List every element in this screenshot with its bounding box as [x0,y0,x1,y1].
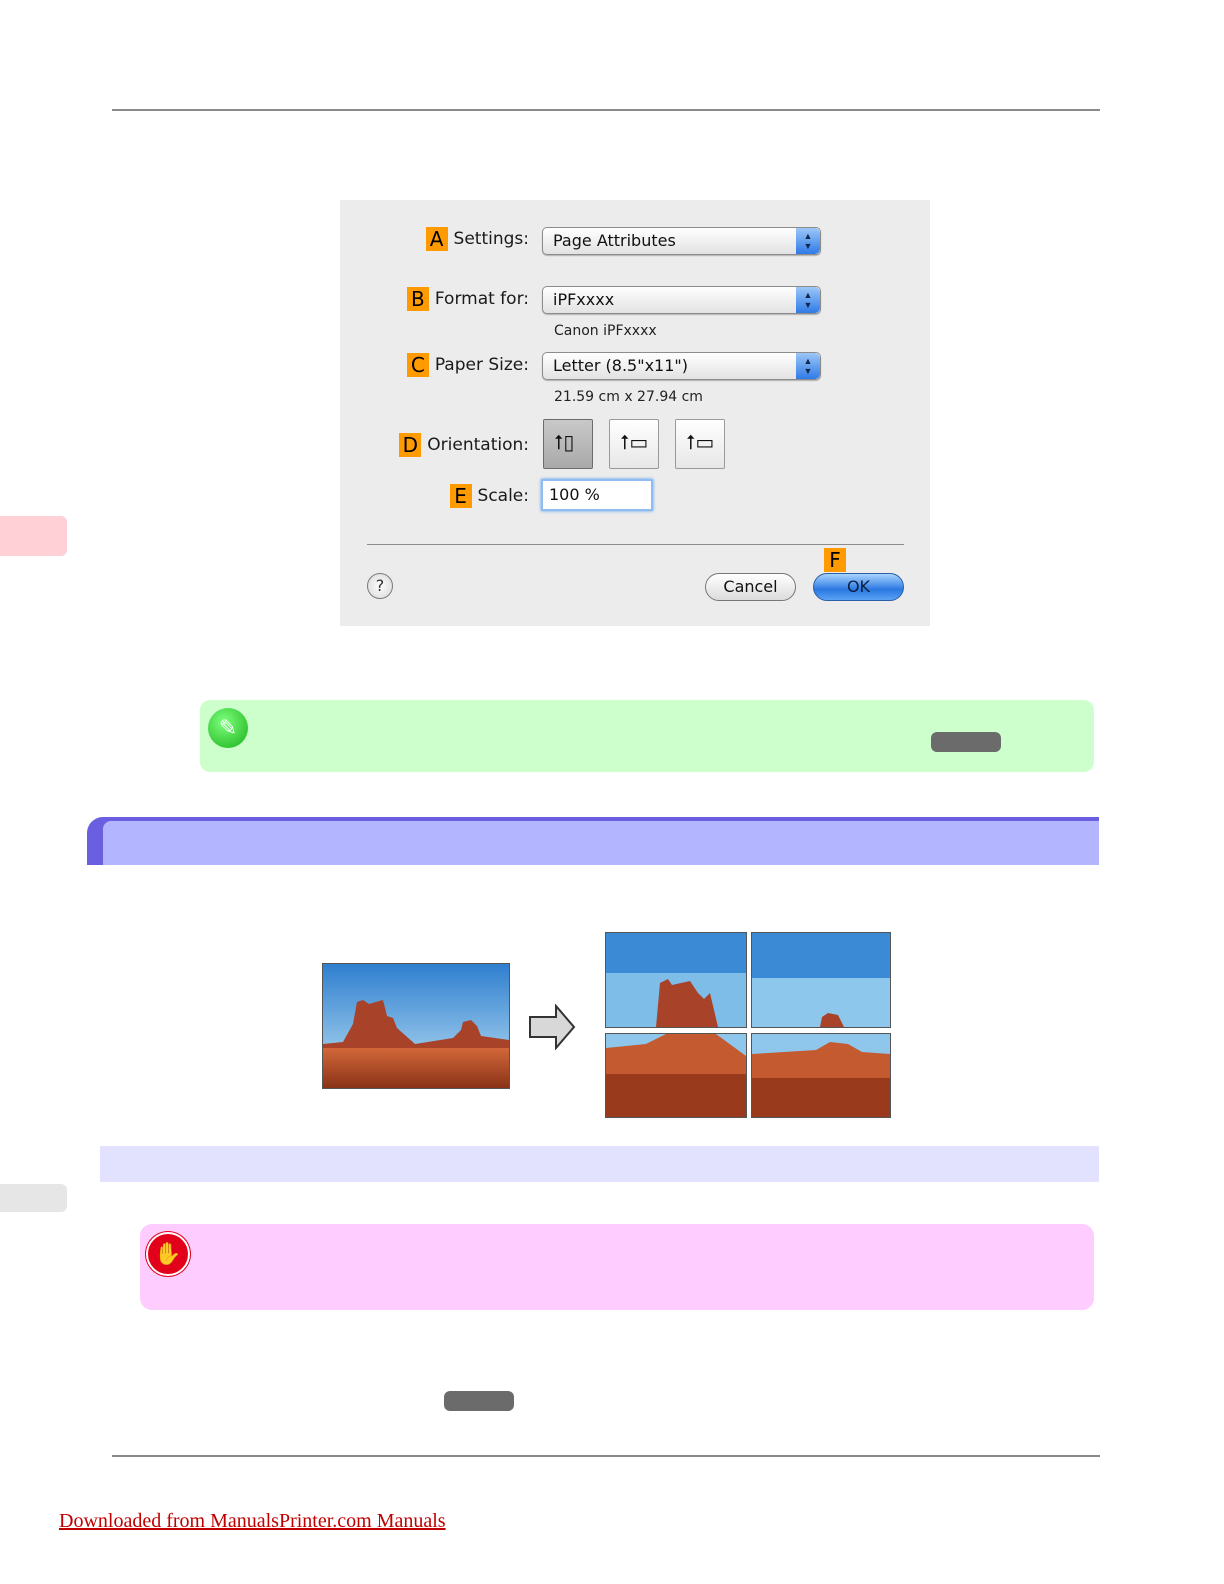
right-arrow-icon [528,1003,576,1055]
tile-bottom-right [751,1033,891,1118]
ok-button[interactable]: OK [813,573,904,601]
top-rule [112,109,1100,111]
reference-tag-2[interactable] [444,1391,514,1411]
settings-popup[interactable]: Page Attributes ▲ ▼ [542,227,821,255]
portrait-icon: ⭡▯ [554,430,575,454]
section-header-bar [87,817,1099,865]
section-header-fill [103,821,1099,865]
badge-a: A [425,227,448,251]
reverse-landscape-icon: ⭡▭ [686,430,715,454]
orientation-label: D Orientation: [399,433,529,457]
printer-name: Canon iPFxxxx [554,323,657,339]
paper-size-label: C Paper Size: [406,353,529,377]
tile-top-left [605,932,747,1028]
landscape-icon: ⭡▭ [620,430,649,454]
side-tab-pink [0,516,67,556]
page-setup-dialog: A Settings: Page Attributes ▲ ▼ B Format fo… [340,200,930,626]
footer-download-link[interactable]: Downloaded from ManualsPrinter.com Manua… [59,1510,446,1533]
updown-arrows-icon: ▲ ▼ [796,353,820,379]
settings-label: A Settings: [425,227,529,251]
badge-b: B [406,287,429,311]
paper-dimensions: 21.59 cm x 27.94 cm [554,389,703,405]
badge-f: F [824,548,846,572]
subsection-bar [100,1146,1099,1182]
pencil-note-icon: ✎ [208,708,248,748]
scale-label: E Scale: [449,484,529,508]
format-for-popup[interactable]: iPFxxxx ▲ ▼ [542,286,821,314]
bottom-rule [112,1455,1100,1457]
badge-c: C [406,353,429,377]
tile-top-right [751,932,891,1028]
side-tab-gray [0,1184,67,1212]
reference-tag[interactable] [931,732,1001,752]
hand-stop-icon: ✋ [146,1232,190,1276]
scale-input[interactable]: 100 % [541,479,653,511]
important-box: ✋ [140,1224,1094,1310]
help-button[interactable]: ? [367,573,393,599]
note-box: ✎ [200,700,1094,772]
tile-bottom-left [605,1033,747,1118]
original-photo [322,963,510,1089]
badge-e: E [449,484,472,508]
updown-arrows-icon: ▲ ▼ [796,287,820,313]
orientation-landscape-button[interactable]: ⭡▭ [609,419,659,469]
dialog-separator [367,544,904,545]
cancel-button[interactable]: Cancel [705,573,796,601]
updown-arrows-icon: ▲ ▼ [796,228,820,254]
format-label: B Format for: [406,287,529,311]
badge-d: D [399,433,422,457]
orientation-reverse-landscape-button[interactable]: ⭡▭ [675,419,725,469]
paper-size-popup[interactable]: Letter (8.5"x11") ▲ ▼ [542,352,821,380]
orientation-portrait-button[interactable]: ⭡▯ [543,419,593,469]
